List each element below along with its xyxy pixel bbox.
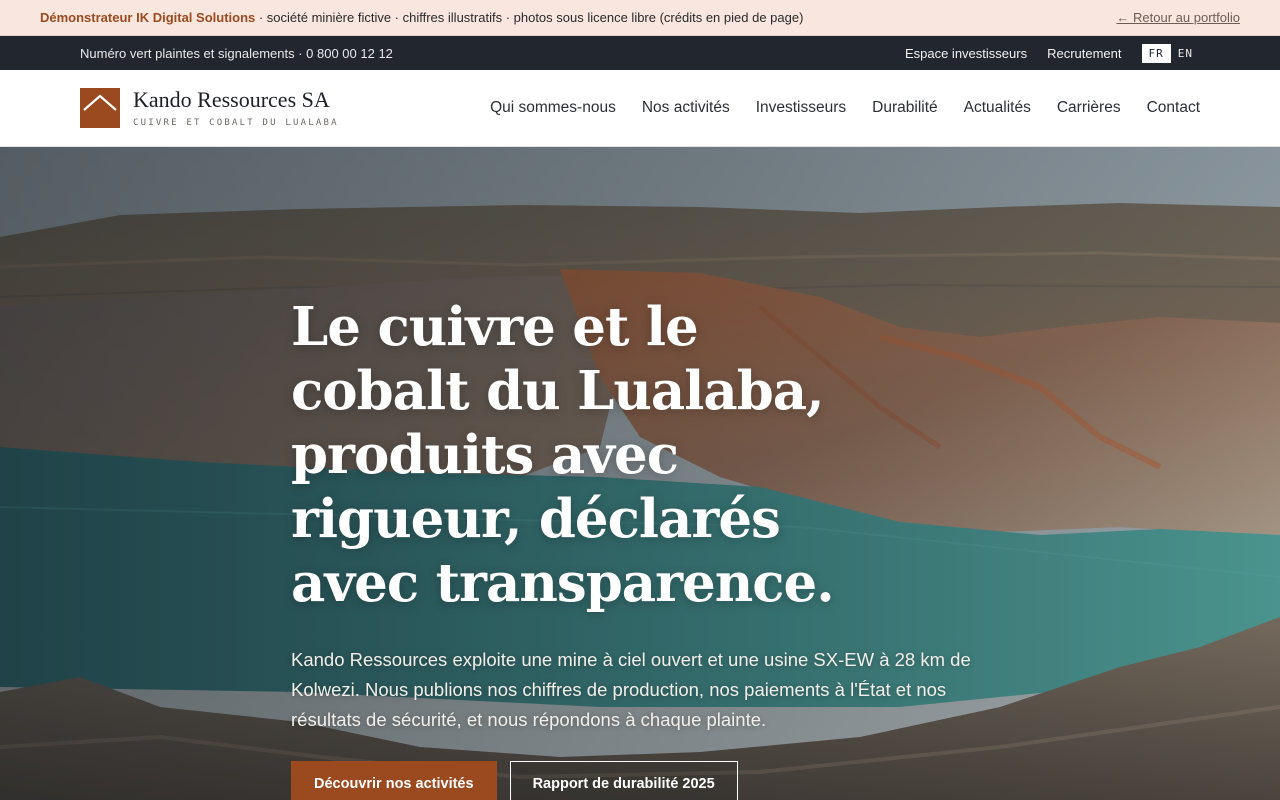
brand-name: Kando Ressources SA — [133, 86, 330, 112]
main-nav: Qui sommes-nous Nos activités Investisse… — [490, 99, 1200, 117]
brand-tagline: CUIVRE ET COBALT DU LUALABA — [133, 118, 339, 129]
demo-banner: Démonstrateur IK Digital Solutions · soc… — [0, 0, 1280, 36]
nav-item-news[interactable]: Actualités — [964, 99, 1031, 117]
nav-item-about[interactable]: Qui sommes-nous — [490, 99, 616, 117]
nav-item-careers[interactable]: Carrières — [1057, 99, 1121, 117]
lang-fr-button[interactable]: FR — [1141, 43, 1171, 63]
site-header: Kando Ressources SA CUIVRE ET COBALT DU … — [0, 70, 1280, 147]
language-switcher: FR EN — [1141, 43, 1201, 63]
recruitment-link[interactable]: Recrutement — [1047, 46, 1121, 61]
demo-description: · société minière fictive · chiffres ill… — [255, 10, 804, 25]
hero-title: Le cuivre et le cobalt du Lualaba, produ… — [291, 296, 835, 614]
utility-bar: Numéro vert plaintes et signalements · 0… — [0, 36, 1280, 70]
back-to-portfolio-link[interactable]: ← Retour au portfolio — [1116, 10, 1240, 25]
investor-space-link[interactable]: Espace investisseurs — [905, 46, 1027, 61]
lang-en-button[interactable]: EN — [1171, 44, 1200, 63]
nav-item-activities[interactable]: Nos activités — [642, 99, 730, 117]
hero-actions: Découvrir nos activités Rapport de durab… — [291, 761, 1011, 800]
hotline-label: Numéro vert plaintes et signalements · — [80, 45, 307, 61]
hero-content: Le cuivre et le cobalt du Lualaba, produ… — [291, 295, 1011, 800]
brand-home-link[interactable]: Kando Ressources SA CUIVRE ET COBALT DU … — [80, 86, 339, 129]
hero-section: Le cuivre et le cobalt du Lualaba, produ… — [0, 147, 1280, 800]
sustainability-report-button[interactable]: Rapport de durabilité 2025 — [509, 761, 738, 800]
nav-item-sustainability[interactable]: Durabilité — [872, 99, 937, 117]
discover-activities-button[interactable]: Découvrir nos activités — [291, 761, 497, 800]
utility-links: Espace investisseurs Recrutement FR EN — [905, 43, 1201, 63]
demo-brand: Démonstrateur IK Digital Solutions — [40, 10, 256, 25]
hotline-number[interactable]: 0 800 00 12 12 — [306, 46, 393, 61]
hero-lede: Kando Ressources exploite une mine à cie… — [291, 649, 971, 730]
logo-roof-icon — [80, 88, 120, 128]
demo-disclaimer: Démonstrateur IK Digital Solutions · soc… — [40, 10, 803, 25]
nav-item-contact[interactable]: Contact — [1147, 99, 1200, 117]
hotline-info: Numéro vert plaintes et signalements · 0… — [80, 46, 393, 61]
nav-item-investors[interactable]: Investisseurs — [756, 99, 846, 117]
